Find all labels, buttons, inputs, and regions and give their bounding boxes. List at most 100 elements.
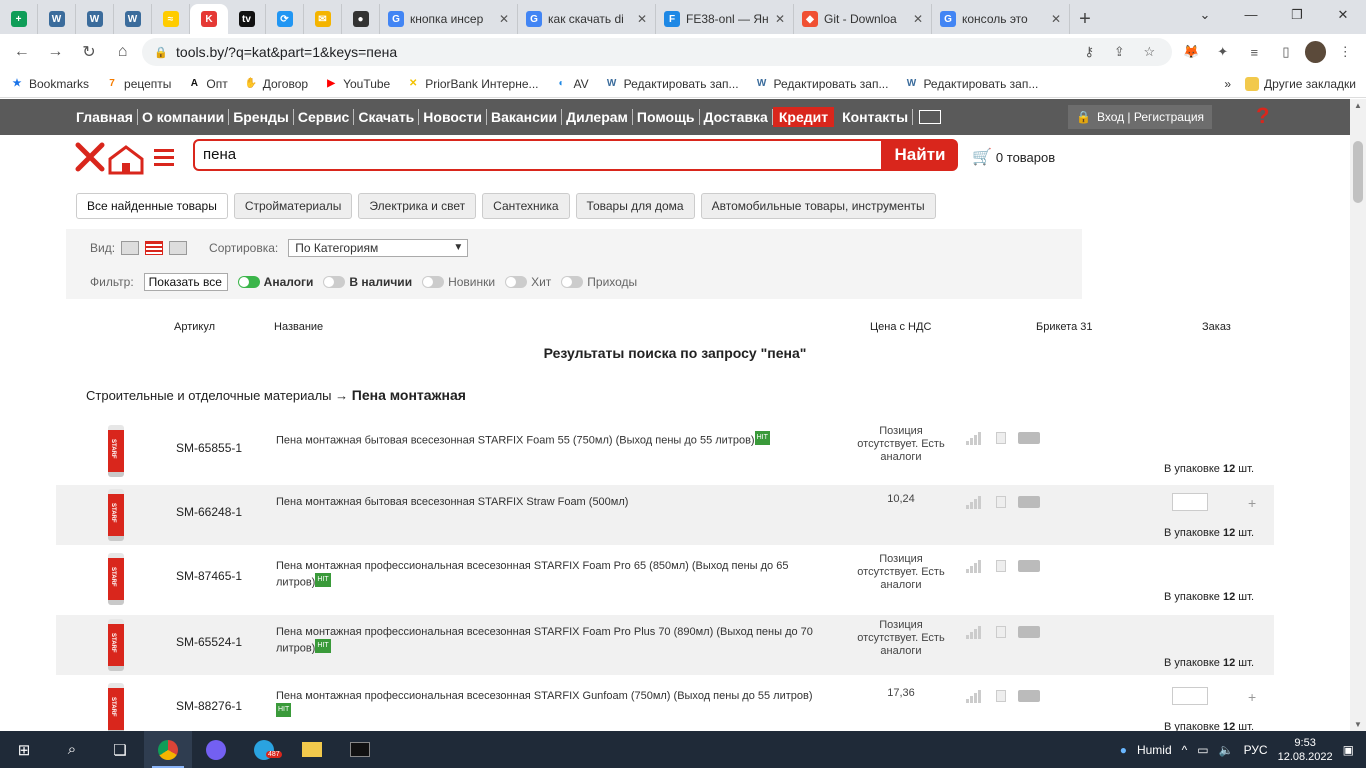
sort-select[interactable]: По Категориям ▼ (288, 239, 469, 257)
tab-close-icon[interactable]: ✕ (499, 12, 509, 26)
product-image[interactable] (108, 489, 124, 541)
home-button[interactable]: ⌂ (109, 38, 137, 66)
chrome-taskbar-icon[interactable] (144, 731, 192, 768)
bookmark-item[interactable]: ▶ YouTube (324, 77, 390, 91)
scroll-down-icon[interactable]: ▼ (1350, 720, 1366, 729)
nav-link[interactable]: Главная (72, 109, 138, 125)
product-row[interactable]: SM-65524-1 Пена монтажная профессиональна… (56, 615, 1274, 675)
category-tab[interactable]: Автомобильные товары, инструменты (700, 193, 936, 219)
task-view-icon[interactable]: ❏ (96, 731, 144, 768)
browser-tab[interactable]: ✉ (304, 4, 342, 34)
quantity-input[interactable] (1172, 687, 1208, 705)
product-name-link[interactable]: Пена монтажная профессиональная всесезон… (276, 625, 826, 656)
browser-tab[interactable]: W (76, 4, 114, 34)
bookmark-item[interactable]: A Опт (187, 77, 228, 91)
search-button[interactable]: Найти (882, 139, 958, 171)
product-row[interactable]: SM-87465-1 Пена монтажная профессиональна… (56, 549, 1274, 609)
restore-button[interactable]: ❐ (1274, 0, 1320, 30)
product-name-link[interactable]: Пена монтажная профессиональная всесезон… (276, 689, 826, 720)
bookmarks-overflow-icon[interactable]: » (1224, 77, 1231, 91)
browser-tab[interactable]: ◆ Git - Downloa ✕ (794, 4, 932, 34)
viber-icon[interactable] (192, 731, 240, 768)
product-image[interactable] (108, 425, 124, 477)
help-icon[interactable]: ? (1256, 103, 1269, 129)
product-row[interactable]: SM-65855-1 Пена монтажная бытовая всесезо… (56, 421, 1274, 481)
browser-menu-icon[interactable]: ⋮ (1332, 39, 1358, 65)
browser-tab[interactable]: K (190, 4, 228, 34)
filter-toggle[interactable]: Аналоги (237, 275, 313, 289)
nav-contacts-link[interactable]: Контакты (838, 109, 914, 125)
nav-link[interactable]: Сервис (294, 109, 355, 125)
side-panel-icon[interactable]: ▯ (1273, 39, 1299, 65)
close-window-button[interactable]: ✕ (1320, 0, 1366, 30)
quantity-input[interactable] (1172, 493, 1208, 511)
browser-tab[interactable]: ● (342, 4, 380, 34)
telegram-icon[interactable]: 487 (240, 731, 288, 768)
bookmark-item[interactable]: W Редактировать зап... (904, 77, 1039, 91)
filter-toggle[interactable]: Хит (505, 275, 551, 289)
extensions-puzzle-icon[interactable]: ✦ (1210, 39, 1236, 65)
breadcrumb-parent[interactable]: Строительные и отделочные материалы (86, 388, 332, 403)
view-grid-icon[interactable] (169, 241, 188, 255)
toggle-switch-icon[interactable] (561, 276, 584, 288)
nav-link[interactable]: Доставка (700, 109, 773, 125)
bookmark-item[interactable]: ✋ Договор (244, 77, 309, 91)
nav-link[interactable]: Бренды (229, 109, 294, 125)
view-list-icon[interactable] (121, 241, 140, 255)
category-tab[interactable]: Сантехника (482, 193, 570, 219)
filter-toggle[interactable]: В наличии (323, 275, 412, 289)
mail-icon[interactable] (919, 110, 942, 124)
add-to-cart-plus-icon[interactable]: + (1248, 495, 1256, 511)
page-scrollbar[interactable]: ▲ ▼ (1350, 99, 1366, 731)
terminal-icon[interactable] (336, 731, 384, 768)
browser-tab[interactable]: Gкак скачать di ✕ (518, 4, 656, 34)
bookmark-star-icon[interactable]: ☆ (1138, 44, 1160, 60)
product-name-link[interactable]: Пена монтажная бытовая всесезонная STARF… (276, 431, 826, 448)
back-button[interactable]: ← (8, 38, 36, 66)
scroll-up-icon[interactable]: ▲ (1350, 101, 1366, 110)
product-row[interactable]: SM-66248-1 Пена монтажная бытовая всесезо… (56, 485, 1274, 545)
url-omnibox[interactable]: 🔒 tools.by/?q=kat&part=1&keys=пена ⚷ ⇪ ☆ (142, 38, 1173, 66)
login-register-button[interactable]: 🔒 Вход | Регистрация (1068, 105, 1213, 129)
bookmark-item[interactable]: W Редактировать зап... (755, 77, 889, 91)
browser-tab[interactable]: tv (228, 4, 266, 34)
category-tab[interactable]: Стройматериалы (233, 193, 353, 219)
nav-link[interactable]: О компании (138, 109, 230, 125)
nav-link[interactable]: Скачать (354, 109, 420, 125)
toggle-switch-icon[interactable] (237, 276, 260, 288)
tab-close-icon[interactable]: ✕ (637, 12, 647, 26)
toggle-switch-icon[interactable] (505, 276, 528, 288)
product-row[interactable]: SM-88276-1 Пена монтажная профессиональна… (56, 679, 1274, 731)
clock[interactable]: 9:53 12.08.2022 (1278, 736, 1333, 764)
media-queue-icon[interactable]: ≡ (1242, 39, 1268, 65)
nav-link[interactable]: Вакансии (487, 109, 563, 125)
browser-tab[interactable]: Gконсоль это ✕ (932, 4, 1070, 34)
start-windows-icon[interactable]: ⊞ (0, 731, 48, 768)
tray-chevron-icon[interactable]: ^ (1182, 743, 1188, 757)
add-to-cart-plus-icon[interactable]: + (1248, 689, 1256, 705)
bookmark-item[interactable]: ✕ PriorBank Интерне... (406, 77, 539, 91)
browser-tab[interactable]: ⟳ (266, 4, 304, 34)
share-icon[interactable]: ⇪ (1108, 44, 1130, 60)
tab-close-icon[interactable]: ✕ (775, 12, 785, 26)
nav-link[interactable]: Дилерам (562, 109, 633, 125)
search-input[interactable]: пена (193, 139, 883, 171)
browser-tab[interactable]: + (0, 4, 38, 34)
weather-label[interactable]: Humid (1137, 743, 1172, 757)
metamask-icon[interactable]: 🦊 (1178, 39, 1204, 65)
toggle-switch-icon[interactable] (422, 276, 445, 288)
filter-toggle[interactable]: Приходы (561, 275, 637, 289)
filter-toggle[interactable]: Новинки (422, 275, 495, 289)
browser-tab[interactable]: W (38, 4, 76, 34)
other-bookmarks[interactable]: Другие закладки (1245, 76, 1356, 91)
category-tab[interactable]: Все найденные товары (76, 193, 228, 219)
volume-icon[interactable]: 🔈 (1219, 743, 1234, 757)
scrollbar-thumb[interactable] (1353, 141, 1363, 203)
bookmark-item[interactable]: W Редактировать зап... (605, 77, 739, 91)
language-indicator[interactable]: РУС (1244, 743, 1268, 757)
product-name-link[interactable]: Пена монтажная бытовая всесезонная STARF… (276, 495, 826, 509)
nav-link[interactable]: Новости (419, 109, 487, 125)
profile-avatar[interactable] (1304, 41, 1327, 63)
filter-select[interactable]: Показать все (143, 273, 228, 291)
search-icon[interactable]: ⌕ (48, 731, 96, 768)
